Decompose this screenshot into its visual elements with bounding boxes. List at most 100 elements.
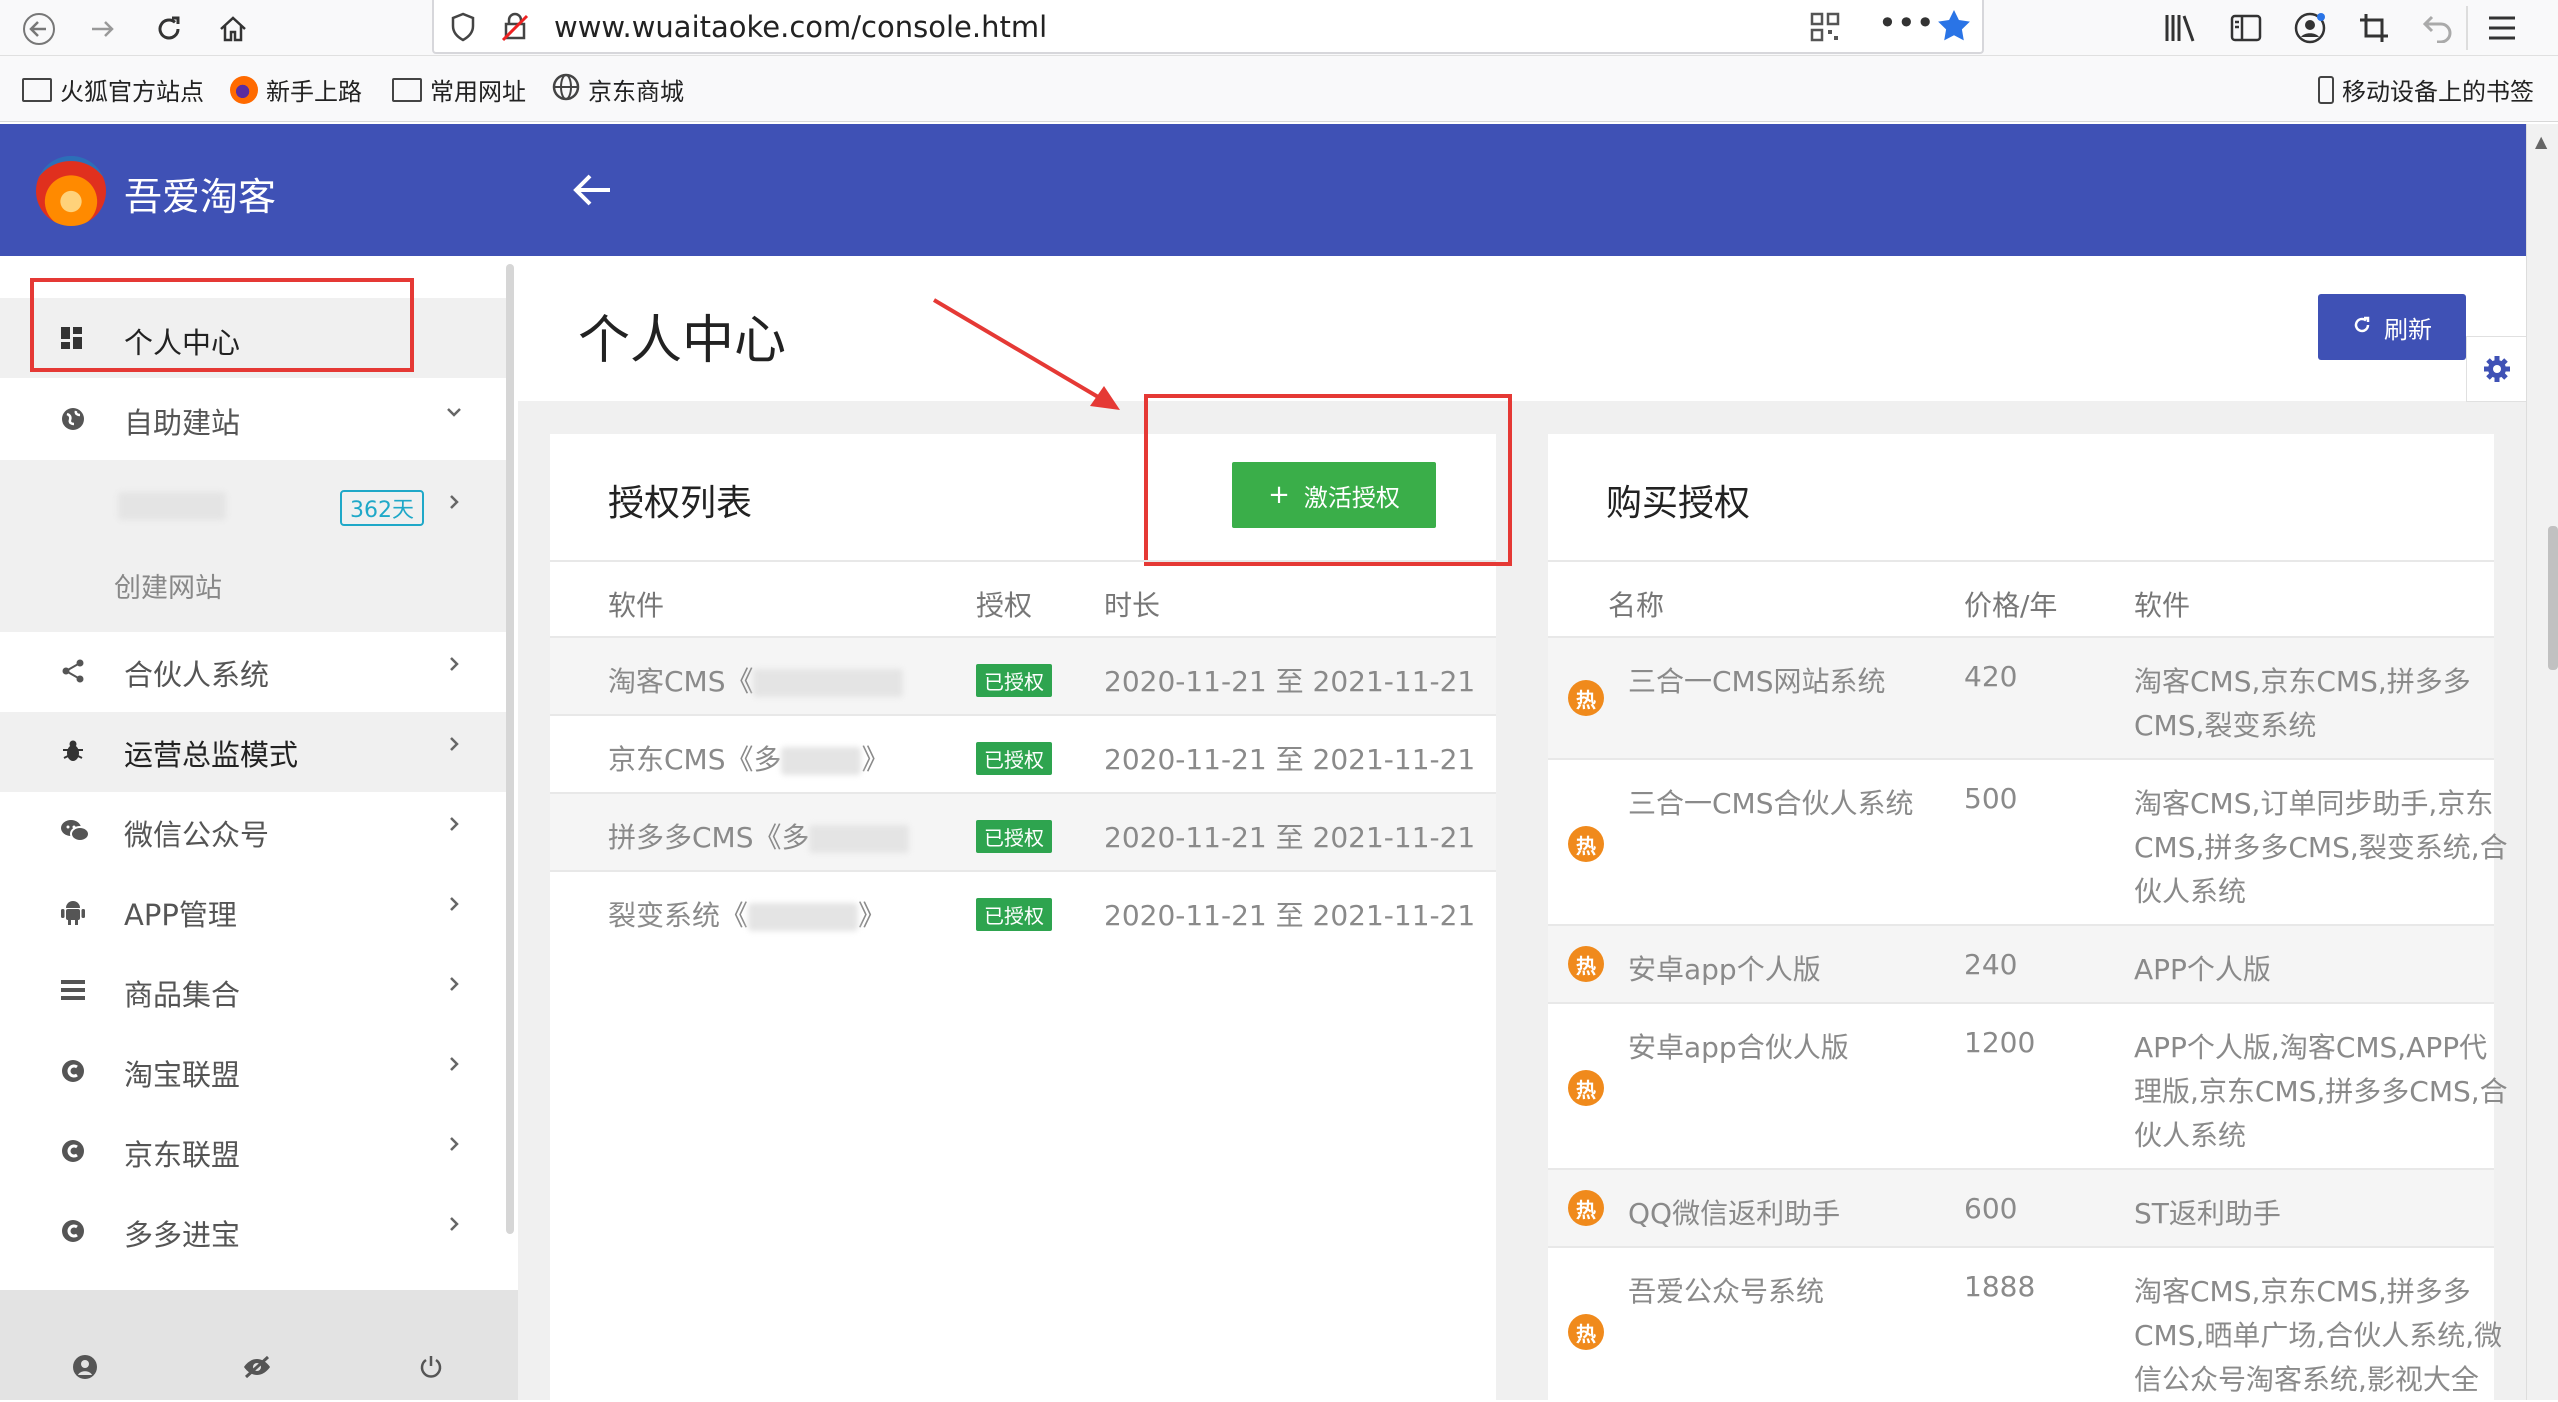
divider: [550, 870, 1496, 872]
menu-icon[interactable]: [2484, 10, 2520, 46]
wechat-icon: [60, 818, 90, 846]
page-scrollbar-thumb[interactable]: [2548, 526, 2558, 670]
product-name: QQ微信返利助手: [1628, 1197, 1841, 1230]
software-cell: 京东CMS《多》: [608, 743, 890, 776]
bookmark-item[interactable]: 火狐官方站点: [22, 72, 204, 107]
back-arrow-icon[interactable]: [570, 170, 614, 218]
product-price: 600: [1964, 1192, 2018, 1225]
sidebar-footer: [0, 1290, 518, 1400]
firefox-icon: [230, 75, 258, 104]
redacted-text: [781, 747, 862, 775]
duration-cell: 2020-11-21 至 2021-11-21: [1104, 821, 1476, 854]
sidebar-toggle-icon[interactable]: [2228, 10, 2264, 46]
divider: [550, 560, 1496, 562]
address-bar[interactable]: www.wuaitaoke.com/console.html •••: [432, 0, 1984, 54]
app-logo: [36, 156, 106, 226]
power-icon[interactable]: [416, 1352, 446, 1382]
auth-list-title: 授权列表: [608, 483, 753, 524]
qr-code-icon[interactable]: [1810, 12, 1840, 46]
software-cell: 淘客CMS《: [608, 660, 904, 700]
chevron-right-icon: [444, 654, 464, 680]
redacted-text: [748, 903, 859, 931]
library-icon[interactable]: [2162, 10, 2198, 46]
url-text[interactable]: www.wuaitaoke.com/console.html: [554, 10, 1047, 44]
user-icon[interactable]: [70, 1352, 100, 1382]
product-name: 三合一CMS网站系统: [1628, 665, 1886, 698]
software-cell: 裂变系统《》: [608, 899, 887, 932]
folder-icon: [392, 77, 422, 102]
sidebar-item-app[interactable]: APP管理: [0, 872, 506, 952]
app-title: 吾爱淘客: [124, 175, 277, 219]
divider: [550, 714, 1496, 716]
sidebar-item-taobao[interactable]: 淘宝联盟: [0, 1032, 506, 1112]
reload-icon[interactable]: [146, 6, 192, 52]
sidebar-subitem-site[interactable]: 362天: [0, 462, 506, 546]
sidebar-item-products[interactable]: 商品集合: [0, 952, 506, 1032]
hot-badge-icon: 热: [1568, 1190, 1604, 1226]
star-icon[interactable]: [1936, 8, 1972, 48]
sidebar-item-site-builder[interactable]: 自助建站: [0, 380, 506, 460]
screenshot-icon[interactable]: [2356, 10, 2392, 46]
divider: [1548, 1002, 2494, 1004]
product-name: 安卓app合伙人版: [1628, 1031, 1849, 1064]
list-icon: [60, 978, 88, 1006]
sidebar-item-ops-director[interactable]: 运营总监模式: [0, 712, 506, 792]
globe-icon: [552, 73, 580, 107]
divider: [1548, 758, 2494, 760]
bookmark-item[interactable]: 京东商城: [552, 72, 684, 107]
status-badge: 已授权: [976, 742, 1052, 775]
product-name: 三合一CMS合伙人系统: [1628, 787, 1914, 820]
highlight-box-personal-center: [30, 278, 414, 372]
refresh-button[interactable]: 刷新: [2318, 294, 2466, 360]
sidebar-item-label: 京东联盟: [124, 1138, 241, 1172]
sidebar-scrollbar[interactable]: [506, 264, 514, 1234]
bookmark-item[interactable]: 新手上路: [230, 72, 362, 107]
hot-badge-icon: 热: [1568, 1070, 1604, 1106]
sidebar-item-label: 多多进宝: [124, 1218, 241, 1252]
create-site-link[interactable]: 创建网站: [114, 566, 222, 605]
back-icon[interactable]: [16, 6, 62, 52]
home-icon[interactable]: [210, 6, 256, 52]
insecure-lock-icon[interactable]: [500, 12, 530, 46]
chevron-right-icon: [444, 1134, 464, 1160]
mobile-bookmarks[interactable]: 移动设备上的书签: [2318, 72, 2534, 107]
sidebar-item-jd[interactable]: 京东联盟: [0, 1112, 506, 1192]
column-header: 时长: [1104, 589, 1161, 622]
redacted-text: [809, 825, 910, 853]
product-name: 吾爱公众号系统: [1628, 1275, 1825, 1308]
chevron-right-icon: [444, 974, 464, 1000]
scroll-up-icon[interactable]: ▲: [2535, 132, 2547, 151]
more-icon[interactable]: •••: [1878, 4, 1935, 42]
forward-icon[interactable]: [80, 6, 126, 52]
highlight-box-activate: [1144, 394, 1512, 566]
chevron-right-icon: [444, 814, 464, 840]
sidebar-item-partner[interactable]: 合伙人系统: [0, 632, 506, 712]
product-price: 1200: [1964, 1026, 2036, 1059]
product-software: 淘客CMS,订单同步助手,京东 CMS,拼多多CMS,裂变系统,合 伙人系统: [2134, 787, 2508, 908]
hot-badge-icon: 热: [1568, 946, 1604, 982]
sidebar-item-label: APP管理: [124, 898, 237, 932]
page-scrollbar[interactable]: ▲: [2526, 124, 2558, 1400]
eye-slash-icon[interactable]: [242, 1352, 272, 1382]
buy-auth-title: 购买授权: [1606, 483, 1751, 524]
bookmark-item[interactable]: 常用网址: [392, 72, 526, 107]
page-header: [518, 256, 2526, 401]
account-icon[interactable]: [2292, 10, 2328, 46]
product-software: 淘客CMS,京东CMS,拼多多 CMS,裂变系统: [2134, 665, 2471, 742]
browser-toolbar: www.wuaitaoke.com/console.html •••: [0, 0, 2558, 56]
undo-icon[interactable]: [2420, 10, 2456, 46]
sidebar-item-label: 商品集合: [124, 978, 241, 1012]
settings-gear-icon[interactable]: [2466, 336, 2526, 402]
redacted-site-name: [118, 492, 226, 520]
sidebar-item-wechat[interactable]: 微信公众号: [0, 792, 506, 872]
hot-badge-icon: 热: [1568, 826, 1604, 862]
status-badge: 已授权: [976, 664, 1052, 697]
product-name: 安卓app个人版: [1628, 953, 1821, 986]
coin-icon: [60, 1058, 88, 1086]
sidebar-item-pdd[interactable]: 多多进宝: [0, 1192, 506, 1272]
column-header: 名称: [1608, 589, 1665, 622]
duration-cell: 2020-11-21 至 2021-11-21: [1104, 743, 1476, 776]
share-icon: [60, 658, 88, 686]
chevron-right-icon: [444, 734, 464, 760]
shield-icon[interactable]: [450, 12, 476, 46]
